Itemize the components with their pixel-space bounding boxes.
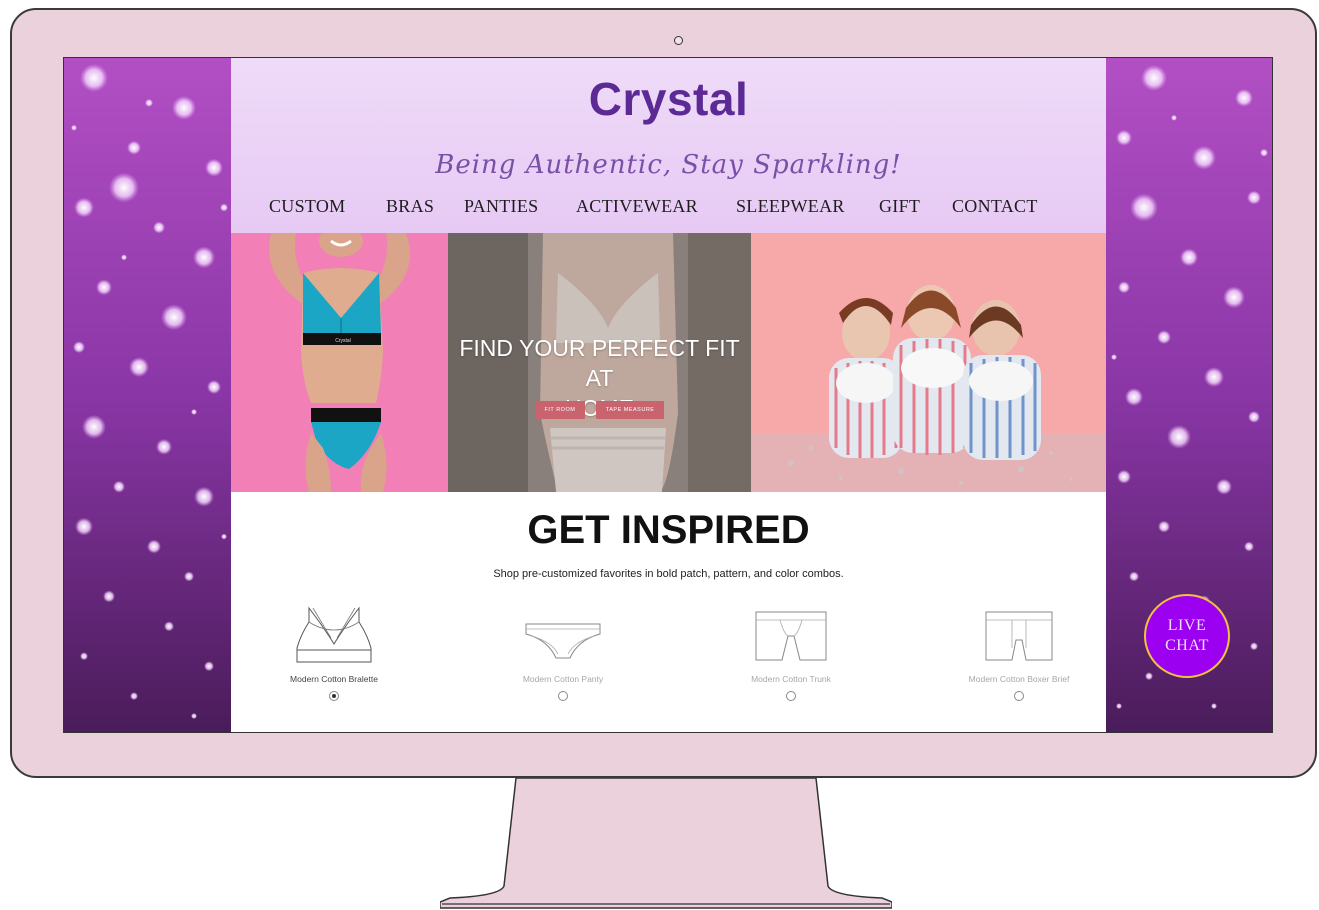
product-panty[interactable]: Modern Cotton Panty — [483, 604, 643, 701]
product-radio[interactable] — [786, 691, 796, 701]
bralette-icon — [296, 606, 372, 663]
camera-dot-icon — [674, 36, 683, 45]
tagline: Being Authentic, Stay Sparkling! — [435, 150, 902, 180]
product-bralette[interactable]: Modern Cotton Bralette — [254, 604, 414, 701]
trunk-icon — [755, 611, 827, 661]
product-boxer-brief[interactable]: Modern Cotton Boxer Brief — [939, 604, 1099, 701]
nav-contact[interactable]: CONTACT — [952, 196, 1038, 217]
nav-panties[interactable]: PANTIES — [464, 196, 538, 217]
screen: Crystal Being Authentic, Stay Sparkling!… — [63, 57, 1273, 733]
product-name: Modern Cotton Boxer Brief — [968, 674, 1070, 684]
fit-room-button[interactable]: FIT ROOM — [534, 401, 586, 419]
live-chat-label-line1: LIVE — [1167, 617, 1207, 634]
hero-banner: Crystal FIND YOUR PERFECT FIT AT FIT ROO… — [231, 233, 1106, 492]
hero-image-fit-at-home[interactable]: FIND YOUR PERFECT FIT AT HOME FIT ROOM T… — [448, 233, 751, 492]
sparkle-background-left — [64, 58, 231, 732]
section-subtitle: Shop pre-customized favorites in bold pa… — [493, 568, 844, 580]
site-header: Crystal Being Authentic, Stay Sparkling!… — [231, 58, 1106, 233]
nav-sleepwear[interactable]: SLEEPWEAR — [736, 196, 845, 217]
hero-buttons: FIT ROOM TAPE MEASURE — [448, 398, 751, 419]
live-chat-button[interactable]: LIVE CHAT — [1144, 594, 1230, 678]
live-chat-label-line2: CHAT — [1165, 637, 1209, 654]
product-radio-selected[interactable] — [329, 691, 339, 701]
nav-gift[interactable]: GIFT — [879, 196, 920, 217]
panty-icon — [525, 623, 601, 659]
tape-measure-button[interactable]: TAPE MEASURE — [595, 401, 665, 419]
boxer-brief-icon — [985, 611, 1053, 661]
product-radio[interactable] — [1014, 691, 1024, 701]
hero-image-swimwear[interactable]: Crystal — [231, 233, 448, 492]
get-inspired-section: GET INSPIRED Shop pre-customized favorit… — [231, 492, 1106, 732]
hero-image-sleepwear[interactable] — [751, 233, 1106, 492]
product-name: Modern Cotton Panty — [522, 674, 604, 684]
swimsuit-logo-text: Crystal — [335, 338, 351, 344]
website: Crystal Being Authentic, Stay Sparkling!… — [231, 58, 1106, 732]
product-trunk[interactable]: Modern Cotton Trunk — [711, 604, 871, 701]
monitor-stand — [440, 778, 892, 909]
product-radio[interactable] — [558, 691, 568, 701]
brand-logo[interactable]: Crystal — [231, 72, 1106, 126]
nav-custom[interactable]: CUSTOM — [269, 196, 346, 217]
main-nav: CUSTOM BRAS PANTIES ACTIVEWEAR SLEEPWEAR… — [231, 196, 1106, 220]
product-name: Modern Cotton Bralette — [290, 674, 378, 684]
nav-bras[interactable]: BRAS — [386, 196, 434, 217]
nav-activewear[interactable]: ACTIVEWEAR — [576, 196, 698, 217]
section-title: GET INSPIRED — [527, 508, 810, 552]
hero-headline-line1: FIND YOUR PERFECT FIT AT — [459, 335, 740, 391]
product-name: Modern Cotton Trunk — [751, 674, 831, 684]
